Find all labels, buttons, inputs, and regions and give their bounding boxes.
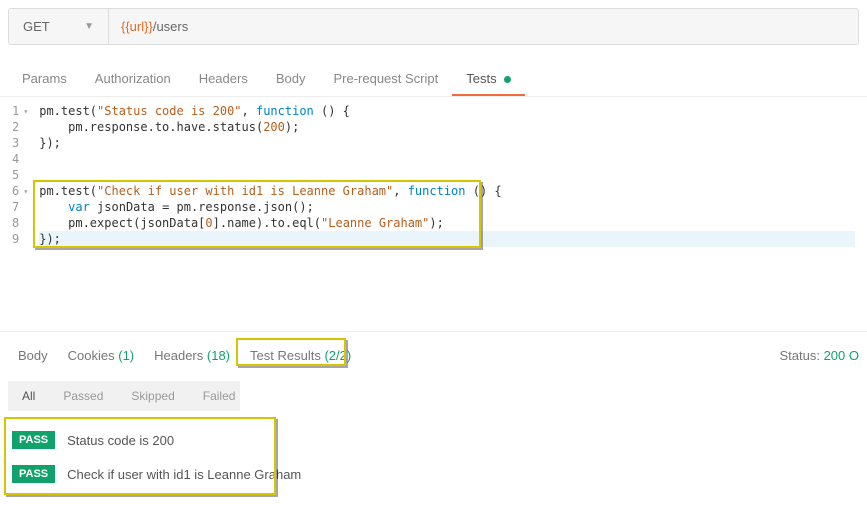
line-number: 2 xyxy=(12,119,19,135)
line-number: 6 xyxy=(12,183,19,199)
chevron-down-icon: ▼ xyxy=(84,21,94,32)
rtab-headers[interactable]: Headers (18) xyxy=(144,342,240,369)
line-number: 1 xyxy=(12,103,19,119)
test-result-name: Status code is 200 xyxy=(67,433,174,448)
http-method-value: GET xyxy=(23,19,50,34)
code-area[interactable]: pm.test("Status code is 200", function (… xyxy=(25,103,855,327)
line-number: 3 xyxy=(12,135,19,151)
url-variable: {{url}} xyxy=(121,19,153,34)
pass-badge: PASS xyxy=(12,465,55,483)
code-editor[interactable]: 1 2 3 4 5 6 7 8 9 pm.test("Status code i… xyxy=(0,97,867,327)
http-method-dropdown[interactable]: GET ▼ xyxy=(9,9,109,44)
rtab-cookies[interactable]: Cookies (1) xyxy=(58,342,144,369)
tab-authorization[interactable]: Authorization xyxy=(81,63,185,96)
url-path: /users xyxy=(153,19,188,34)
tab-params[interactable]: Params xyxy=(8,63,81,96)
rtab-test-results[interactable]: Test Results (2/2) xyxy=(240,342,361,369)
tab-body[interactable]: Body xyxy=(262,63,320,96)
test-result-row: PASS Check if user with id1 is Leanne Gr… xyxy=(8,457,859,491)
test-result-name: Check if user with id1 is Leanne Graham xyxy=(67,467,301,482)
test-result-row: PASS Status code is 200 xyxy=(8,423,859,457)
filter-failed[interactable]: Failed xyxy=(189,381,250,411)
request-tabs: Params Authorization Headers Body Pre-re… xyxy=(0,45,867,97)
test-results-list: PASS Status code is 200 PASS Check if us… xyxy=(8,423,859,491)
response-tabs: Body Cookies (1) Headers (18) Test Resul… xyxy=(0,332,867,375)
line-number: 4 xyxy=(12,151,19,167)
dot-icon xyxy=(504,76,511,83)
tab-tests[interactable]: Tests xyxy=(452,63,525,96)
rtab-body[interactable]: Body xyxy=(8,342,58,369)
response-panel: Body Cookies (1) Headers (18) Test Resul… xyxy=(0,331,867,491)
gutter: 1 2 3 4 5 6 7 8 9 xyxy=(12,103,25,327)
line-number: 8 xyxy=(12,215,19,231)
line-number: 7 xyxy=(12,199,19,215)
filter-skipped[interactable]: Skipped xyxy=(117,381,188,411)
tab-headers[interactable]: Headers xyxy=(185,63,262,96)
response-status: Status: 200 O xyxy=(779,348,859,363)
filter-all[interactable]: All xyxy=(8,381,49,411)
request-bar: GET ▼ {{url}}/users xyxy=(8,8,859,45)
tab-tests-label: Tests xyxy=(466,71,496,86)
pass-badge: PASS xyxy=(12,431,55,449)
line-number: 5 xyxy=(12,167,19,183)
url-input[interactable]: {{url}}/users xyxy=(109,9,858,44)
filter-passed[interactable]: Passed xyxy=(49,381,117,411)
line-number: 9 xyxy=(12,231,19,247)
result-filters: All Passed Skipped Failed xyxy=(8,381,240,411)
tab-prerequest[interactable]: Pre-request Script xyxy=(319,63,452,96)
